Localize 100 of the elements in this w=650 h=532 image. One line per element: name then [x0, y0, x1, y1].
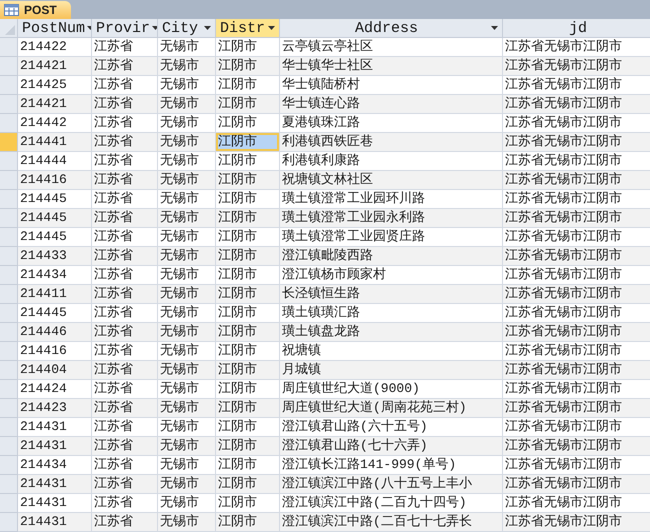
- table-cell: 无锡市: [158, 475, 216, 494]
- table-cell: 江阴市: [216, 209, 280, 228]
- table-cell: 华士镇连心路: [280, 95, 503, 114]
- table-cell: 璜土镇盘龙路: [280, 323, 503, 342]
- row-selector[interactable]: [0, 133, 18, 152]
- column-header[interactable]: Address: [280, 19, 503, 38]
- row-selector[interactable]: [0, 38, 18, 57]
- table-cell: 江苏省: [92, 171, 158, 190]
- row-selector[interactable]: [0, 171, 18, 190]
- row-selector[interactable]: [0, 437, 18, 456]
- column-header[interactable]: Distr: [216, 19, 280, 38]
- row-selector[interactable]: [0, 152, 18, 171]
- table-cell: 214431: [18, 475, 92, 494]
- table-cell: 214445: [18, 209, 92, 228]
- select-all-corner[interactable]: [0, 19, 18, 38]
- row-selector[interactable]: [0, 228, 18, 247]
- table-cell: 华士镇华士社区: [280, 57, 503, 76]
- table-cell: 江阴市: [216, 475, 280, 494]
- table-cell: 江苏省无锡市江阴市: [503, 209, 650, 228]
- table-cell: 214431: [18, 437, 92, 456]
- table-cell: 江苏省: [92, 475, 158, 494]
- row-selector[interactable]: [0, 95, 18, 114]
- table-cell: 江苏省无锡市江阴市: [503, 513, 650, 532]
- table-cell: 江阴市: [216, 57, 280, 76]
- table-cell: 江苏省: [92, 133, 158, 152]
- row-selector[interactable]: [0, 76, 18, 95]
- table-cell: 无锡市: [158, 209, 216, 228]
- table-cell: 江阴市: [216, 361, 280, 380]
- table-cell: 214431: [18, 513, 92, 532]
- table-cell: 澄江镇滨江中路(八十五号上丰小: [280, 475, 503, 494]
- row-selector[interactable]: [0, 285, 18, 304]
- row-selector[interactable]: [0, 361, 18, 380]
- table-cell: 江阴市: [216, 399, 280, 418]
- table-cell: 无锡市: [158, 95, 216, 114]
- table-cell: 月城镇: [280, 361, 503, 380]
- row-selector[interactable]: [0, 57, 18, 76]
- table-cell: 214411: [18, 285, 92, 304]
- table-cell: 江苏省: [92, 437, 158, 456]
- row-selector[interactable]: [0, 513, 18, 532]
- table-cell: 无锡市: [158, 171, 216, 190]
- column-header[interactable]: PostNum: [18, 19, 92, 38]
- row-selector[interactable]: [0, 190, 18, 209]
- row-selector[interactable]: [0, 266, 18, 285]
- table-tab[interactable]: POST: [0, 1, 71, 19]
- table-cell: 江苏省无锡市江阴市: [503, 437, 650, 456]
- table-cell: 璜土镇澄常工业园永利路: [280, 209, 503, 228]
- table-cell: 江苏省: [92, 323, 158, 342]
- table-cell: 无锡市: [158, 437, 216, 456]
- row-selector[interactable]: [0, 399, 18, 418]
- column-header[interactable]: City: [158, 19, 216, 38]
- table-cell: 214421: [18, 95, 92, 114]
- row-selector[interactable]: [0, 247, 18, 266]
- table-cell: 江苏省无锡市江阴市: [503, 361, 650, 380]
- row-selector[interactable]: [0, 380, 18, 399]
- table-cell: 无锡市: [158, 57, 216, 76]
- table-cell: 无锡市: [158, 513, 216, 532]
- table-cell: 澄江镇君山路(七十六弄): [280, 437, 503, 456]
- row-selector[interactable]: [0, 304, 18, 323]
- caret-icon: [491, 26, 498, 30]
- table-cell: 长泾镇恒生路: [280, 285, 503, 304]
- row-selector[interactable]: [0, 114, 18, 133]
- table-cell: 祝塘镇文林社区: [280, 171, 503, 190]
- table-cell: 江阴市: [216, 437, 280, 456]
- row-selector[interactable]: [0, 475, 18, 494]
- table-cell: 214446: [18, 323, 92, 342]
- table-cell: 江阴市: [216, 285, 280, 304]
- table-cell: 江苏省无锡市江阴市: [503, 399, 650, 418]
- caret-icon: [268, 26, 275, 30]
- row-selector[interactable]: [0, 342, 18, 361]
- table-cell: 无锡市: [158, 361, 216, 380]
- table-cell: 江苏省: [92, 285, 158, 304]
- table-cell: 江苏省无锡市江阴市: [503, 57, 650, 76]
- table-cell: 江阴市: [216, 247, 280, 266]
- table-cell: 江苏省: [92, 209, 158, 228]
- row-selector[interactable]: [0, 456, 18, 475]
- table-cell: 江苏省无锡市江阴市: [503, 285, 650, 304]
- table-cell: 214433: [18, 247, 92, 266]
- table-cell: 无锡市: [158, 247, 216, 266]
- table-cell: 江苏省: [92, 95, 158, 114]
- table-icon: [4, 4, 19, 16]
- caret-icon: [152, 26, 157, 30]
- table-cell: 无锡市: [158, 323, 216, 342]
- triangle-icon: [5, 25, 15, 35]
- caret-icon: [204, 26, 211, 30]
- table-cell: 江苏省: [92, 513, 158, 532]
- table-cell: 江苏省: [92, 361, 158, 380]
- row-selector[interactable]: [0, 494, 18, 513]
- table-cell: 澄江镇滨江中路(二百七十七弄长: [280, 513, 503, 532]
- table-cell: 江苏省: [92, 399, 158, 418]
- table-cell: 江阴市: [216, 323, 280, 342]
- row-selector[interactable]: [0, 418, 18, 437]
- table-cell: 江苏省无锡市江阴市: [503, 475, 650, 494]
- column-header[interactable]: jd: [503, 19, 650, 38]
- table-cell: 利港镇西铁匠巷: [280, 133, 503, 152]
- row-selector[interactable]: [0, 209, 18, 228]
- table-cell: 无锡市: [158, 399, 216, 418]
- table-cell: 江苏省无锡市江阴市: [503, 95, 650, 114]
- table-cell: 214404: [18, 361, 92, 380]
- column-header[interactable]: Provir: [92, 19, 158, 38]
- row-selector[interactable]: [0, 323, 18, 342]
